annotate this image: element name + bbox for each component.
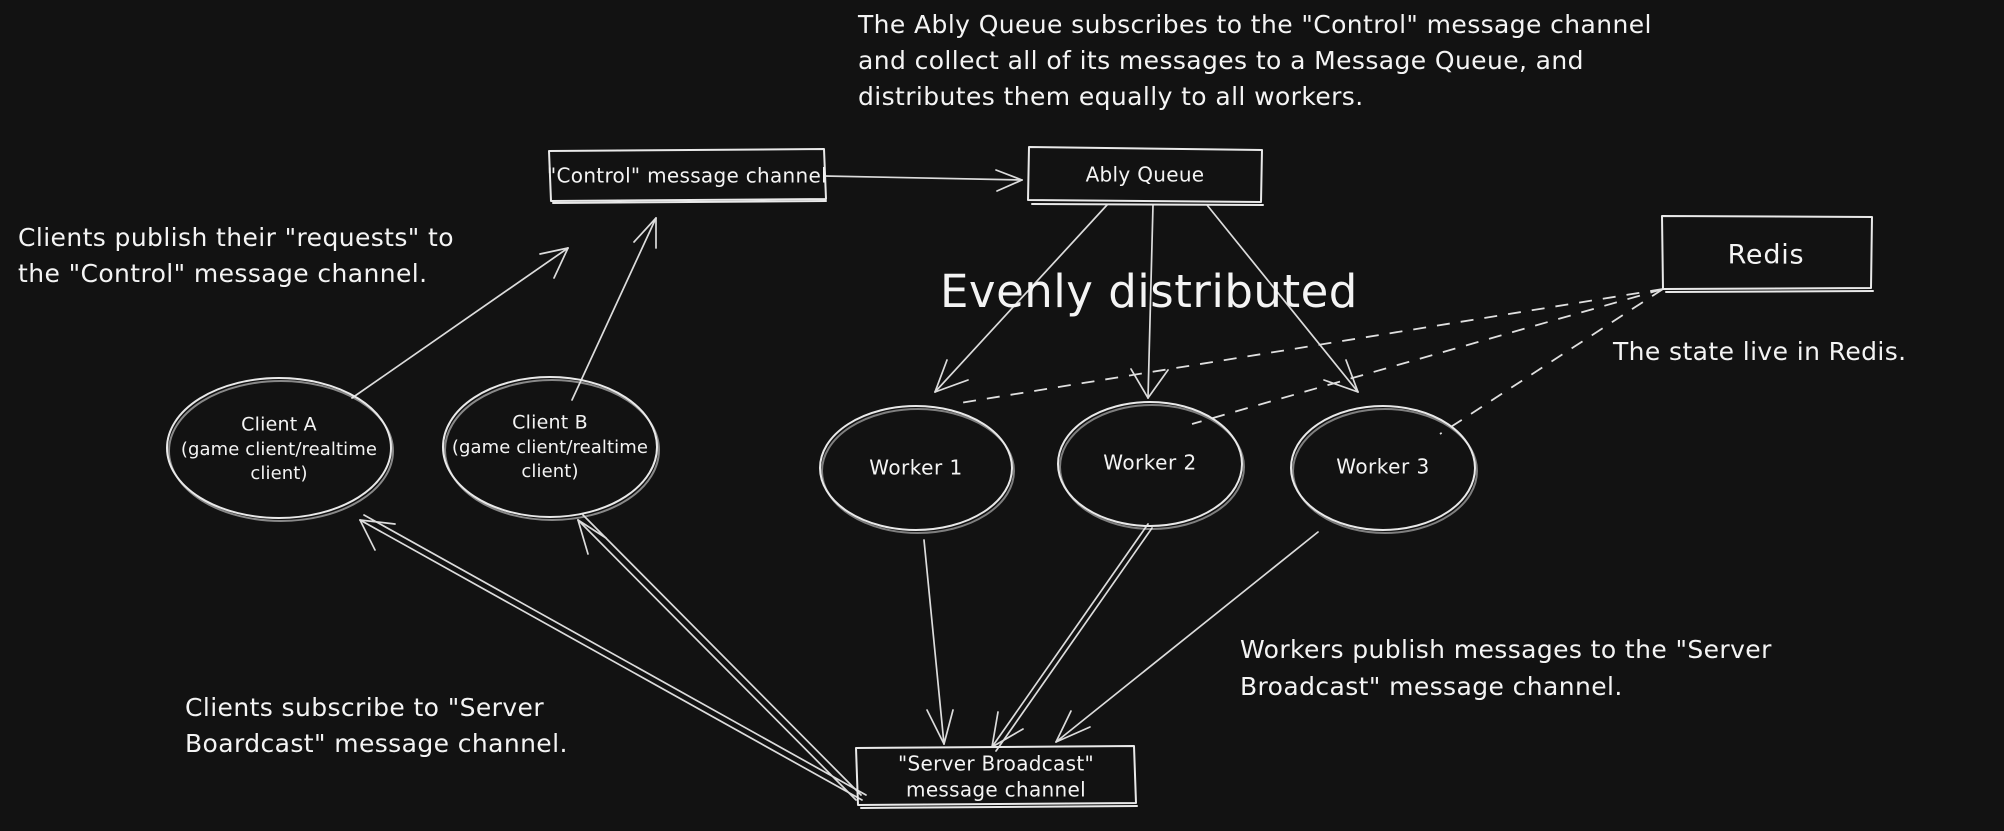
diagram-svg: "Control" message channel Ably Queue Red… <box>18 10 1907 809</box>
node-worker-3[interactable]: Worker 3 <box>1290 405 1478 534</box>
edge-control-to-ably <box>823 169 1023 192</box>
server-broadcast-label-2: message channel <box>906 778 1086 802</box>
worker-1-label: Worker 1 <box>869 456 963 480</box>
client-a-label-1: Client A <box>241 414 317 436</box>
node-worker-1[interactable]: Worker 1 <box>819 405 1015 534</box>
ably-note-line-2: and collect all of its messages to a Mes… <box>858 46 1584 75</box>
workers-publish-line-1: Workers publish messages to the "Server <box>1240 635 1772 664</box>
workers-publish-line-2: Broadcast" message channel. <box>1240 672 1623 701</box>
edge-worker1-to-broadcast <box>923 539 954 745</box>
ably-note-line-3: distributes them equally to all workers. <box>858 82 1364 111</box>
ably-queue-label: Ably Queue <box>1086 163 1205 187</box>
clients-publish-line-1: Clients publish their "requests" to <box>18 223 454 252</box>
diagram-canvas: "Control" message channel Ably Queue Red… <box>0 0 2004 831</box>
clients-subscribe-line-2: Boardcast" message channel. <box>185 729 568 758</box>
clients-subscribe-line-1: Clients subscribe to "Server <box>185 693 544 722</box>
client-b-label-1: Client B <box>512 412 588 434</box>
client-b-label-3: client) <box>521 461 578 482</box>
annotation-clients-publish-note: Clients publish their "requests" to the … <box>18 223 454 288</box>
node-client-a[interactable]: Client A (game client/realtime client) <box>166 377 394 522</box>
node-worker-2[interactable]: Worker 2 <box>1057 401 1245 530</box>
client-a-label-2: (game client/realtime <box>181 439 377 460</box>
worker-3-label: Worker 3 <box>1336 455 1430 479</box>
ably-note-line-1: The Ably Queue subscribes to the "Contro… <box>857 10 1652 39</box>
server-broadcast-label-1: "Server Broadcast" <box>898 752 1094 776</box>
annotation-redis-state-note: The state live in Redis. <box>1612 337 1907 366</box>
annotation-workers-publish-note: Workers publish messages to the "Server … <box>1240 635 1772 701</box>
node-client-b[interactable]: Client B (game client/realtime client) <box>442 376 660 521</box>
redis-label: Redis <box>1728 240 1805 271</box>
edge-worker2-to-broadcast <box>991 523 1153 752</box>
client-a-label-3: client) <box>250 463 307 484</box>
annotation-clients-subscribe-note: Clients subscribe to "Server Boardcast" … <box>185 693 568 758</box>
node-redis[interactable]: Redis <box>1661 215 1874 293</box>
redis-state-text: The state live in Redis. <box>1612 337 1907 366</box>
worker-2-label: Worker 2 <box>1103 451 1197 475</box>
node-ably-queue[interactable]: Ably Queue <box>1027 146 1264 206</box>
control-channel-label: "Control" message channel <box>547 164 827 188</box>
evenly-distributed-text: Evenly distributed <box>940 265 1358 318</box>
node-control-channel[interactable]: "Control" message channel <box>547 148 827 204</box>
client-b-label-2: (game client/realtime <box>452 437 648 458</box>
label-evenly-distributed: Evenly distributed <box>940 265 1358 318</box>
edge-clientb-to-control <box>571 217 657 401</box>
clients-publish-line-2: the "Control" message channel. <box>18 259 427 288</box>
node-server-broadcast[interactable]: "Server Broadcast" message channel <box>855 745 1138 809</box>
annotation-ably-queue-note: The Ably Queue subscribes to the "Contro… <box>857 10 1652 111</box>
